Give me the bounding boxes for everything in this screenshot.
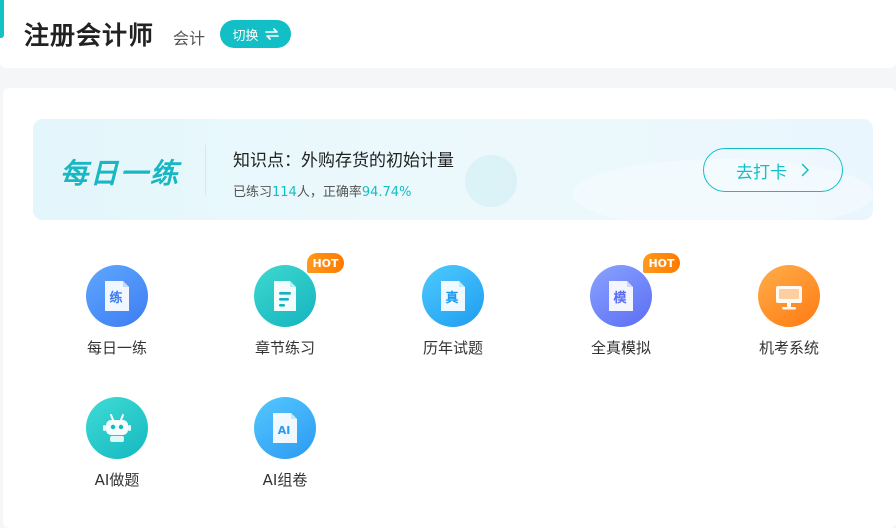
feature-daily-practice[interactable]: 练 每日一练 — [57, 265, 177, 375]
swap-arrows-icon — [264, 28, 279, 40]
practice-glyph: 练 — [109, 290, 122, 306]
feature-label: 历年试题 — [422, 339, 483, 357]
stats-mid: 人，正确率 — [296, 185, 362, 200]
mock-exam-doc-icon: 模 — [609, 281, 633, 311]
feature-icon-circle: 练 — [86, 265, 148, 327]
banner-divider — [205, 145, 206, 195]
feature-label: 章节练习 — [254, 339, 315, 357]
feature-icon-circle — [86, 397, 148, 459]
page-title: 注册会计师 — [24, 21, 155, 50]
stats-rate: 94.74% — [361, 185, 412, 200]
hot-badge: HOT — [643, 253, 680, 273]
daily-practice-banner[interactable]: 每日一练 知识点：外购存货的初始计量 已练习114人，正确率94.74% 去打卡 — [33, 119, 873, 220]
feature-chapter-practice[interactable]: HOT 章节练习 — [225, 253, 345, 375]
past-exam-doc-icon: 真 — [441, 281, 465, 311]
banner-decoration-circle — [465, 155, 517, 207]
feature-icon-circle: AI — [254, 397, 316, 459]
feature-label: AI做题 — [94, 471, 140, 489]
chevron-right-icon — [801, 163, 809, 177]
robot-icon — [103, 414, 131, 442]
mock-exam-glyph: 模 — [613, 290, 627, 306]
switch-subject-button[interactable]: 切换 — [220, 20, 291, 48]
computer-monitor-icon — [776, 286, 802, 310]
ai-glyph: AI — [278, 424, 291, 437]
feature-computer-exam[interactable]: 机考系统 — [729, 265, 849, 375]
switch-button-label: 切换 — [232, 28, 259, 44]
feature-past-exams[interactable]: 真 历年试题 — [393, 265, 513, 375]
practice-stats: 已练习114人，正确率94.74% — [233, 181, 411, 200]
ai-doc-icon: AI — [273, 413, 297, 443]
knowledge-point-title: 知识点：外购存货的初始计量 — [233, 151, 454, 171]
feature-label: 每日一练 — [86, 339, 147, 357]
checkin-button[interactable]: 去打卡 — [703, 148, 843, 192]
feature-icon-circle — [254, 265, 316, 327]
subject-name: 会计 — [173, 29, 206, 48]
feature-ai-paper[interactable]: AI AI组卷 — [225, 397, 345, 507]
stats-prefix: 已练习 — [233, 185, 273, 200]
hot-badge: HOT — [307, 253, 344, 273]
feature-icon-circle: 模 — [590, 265, 652, 327]
chapter-doc-icon — [274, 281, 296, 311]
checkin-button-label: 去打卡 — [736, 162, 787, 183]
past-exam-glyph: 真 — [445, 290, 458, 306]
feature-ai-practice[interactable]: AI做题 — [57, 397, 177, 507]
feature-icon-circle — [758, 265, 820, 327]
daily-practice-logo: 每日一练 — [60, 157, 181, 190]
main-panel: 每日一练 知识点：外购存货的初始计量 已练习114人，正确率94.74% 去打卡… — [3, 88, 896, 528]
header-bar: 注册会计师 会计 切换 — [0, 0, 896, 68]
feature-label: AI组卷 — [262, 471, 308, 489]
header-accent-bar — [0, 0, 4, 38]
feature-icon-circle: 真 — [422, 265, 484, 327]
feature-mock-exam[interactable]: 模 HOT 全真模拟 — [561, 253, 681, 375]
feature-label: 机考系统 — [758, 339, 819, 357]
stats-count: 114 — [272, 185, 297, 200]
practice-doc-icon: 练 — [105, 281, 129, 311]
feature-label: 全真模拟 — [590, 339, 651, 357]
